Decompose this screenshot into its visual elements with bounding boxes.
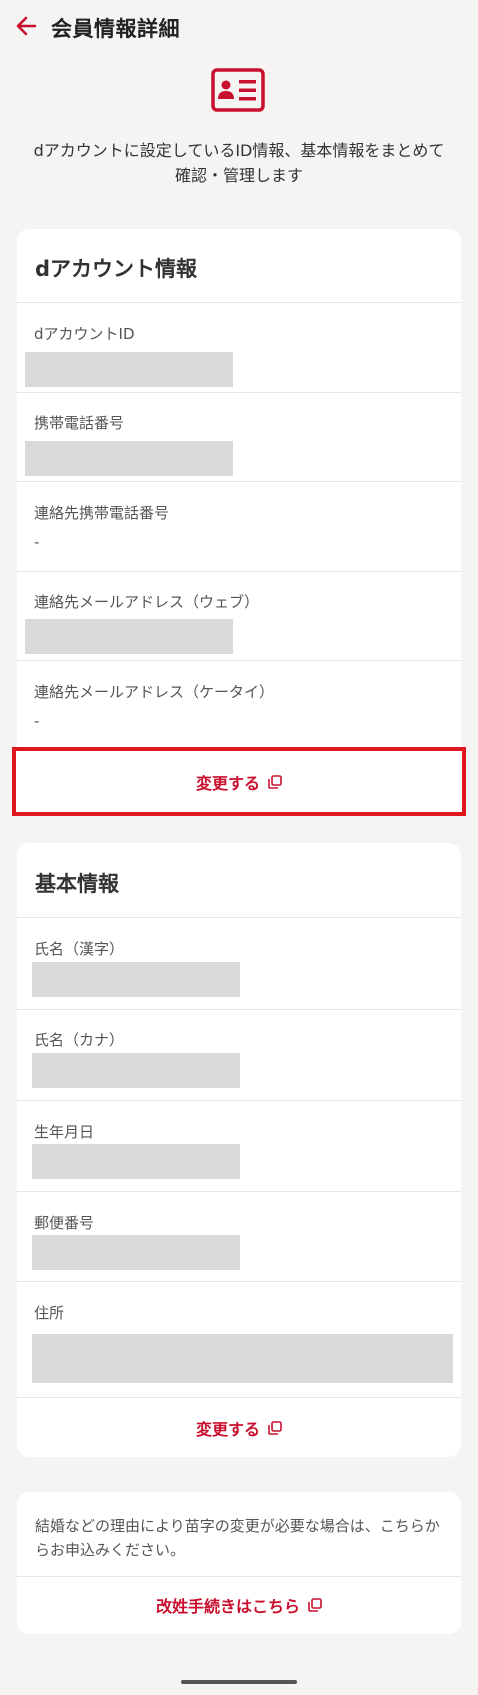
account-info-card: dアカウント情報 dアカウントID 携帯電話番号 連絡先携帯電話番号 - 連絡先… [17,229,461,816]
divider [17,917,461,918]
masked-value-contact-email-web [25,619,233,654]
surname-change-link[interactable]: 改姓手続きはこちら [17,1580,461,1630]
divider [17,660,461,661]
divider [17,571,461,572]
divider [17,1100,461,1101]
field-label-contact-email-web: 連絡先メールアドレス（ウェブ） [34,593,260,611]
masked-value-postal-code [32,1235,240,1270]
divider [17,1191,461,1192]
field-label-name-kana: 氏名（カナ） [34,1031,125,1049]
account-info-title: dアカウント情報 [35,257,198,281]
external-window-icon [308,1598,322,1612]
basic-info-card: 基本情報 氏名（漢字） 氏名（カナ） 生年月日 郵便番号 住所 変更する [17,843,461,1457]
home-indicator[interactable] [181,1680,297,1684]
masked-value-mobile-number [25,441,233,476]
external-window-icon [268,774,282,789]
divider [17,481,461,482]
basic-info-title: 基本情報 [35,872,119,896]
arrow-left-icon[interactable] [12,12,40,40]
masked-value-account-id [25,352,233,387]
account-change-button[interactable]: 変更する [12,747,466,816]
divider [17,392,461,393]
field-value-contact-mobile: - [34,533,40,551]
basic-change-button[interactable]: 変更する [17,1403,461,1453]
intro-description: dアカウントに設定しているID情報、基本情報をまとめて確認・管理します [33,141,445,185]
masked-value-name-kana [32,1053,240,1088]
account-change-label: 変更する [195,773,260,793]
divider [17,1009,461,1010]
masked-value-address [32,1334,453,1383]
surname-change-card: 結婚などの理由により苗字の変更が必要な場合は、こちらからお申込みください。 改姓… [17,1492,461,1634]
field-label-contact-email-mobile: 連絡先メールアドレス（ケータイ） [34,683,275,701]
field-label-birthdate: 生年月日 [34,1123,95,1141]
basic-change-label: 変更する [195,1420,260,1439]
surname-change-link-label: 改姓手続きはこちら [155,1597,300,1616]
field-label-postal-code: 郵便番号 [34,1214,95,1232]
surname-change-note: 結婚などの理由により苗字の変更が必要な場合は、こちらからお申込みください。 [35,1517,440,1559]
member-info-detail-page: 会員情報詳細 dアカウントに設定しているID情報、基本情報をまとめて確認・管理し… [0,0,478,1695]
field-label-contact-mobile: 連絡先携帯電話番号 [34,504,170,522]
field-label-address: 住所 [34,1304,65,1322]
masked-value-birthdate [32,1144,240,1179]
divider [17,1576,461,1577]
id-card-icon [211,68,265,112]
field-label-mobile-number: 携帯電話番号 [34,414,125,432]
divider [17,1281,461,1282]
page-title: 会員情報詳細 [51,17,180,41]
masked-value-name-kanji [32,962,240,997]
field-label-name-kanji: 氏名（漢字） [34,940,125,958]
field-value-contact-email-mobile: - [34,712,40,730]
divider [17,302,461,303]
external-window-icon [268,1421,282,1435]
divider [17,1397,461,1398]
field-label-account-id: dアカウントID [34,325,135,343]
app-header: 会員情報詳細 [0,0,478,56]
